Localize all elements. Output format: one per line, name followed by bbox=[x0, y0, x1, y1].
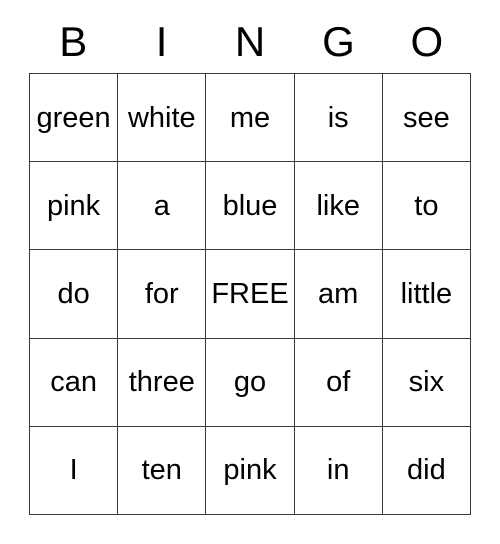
bingo-cell-label: go bbox=[233, 366, 267, 399]
bingo-cell[interactable]: for bbox=[118, 250, 207, 339]
bingo-cell[interactable]: in bbox=[294, 426, 383, 515]
header-letter-n: N bbox=[234, 18, 266, 65]
bingo-cell-label: green bbox=[36, 101, 111, 134]
bingo-cell-label: white bbox=[127, 101, 196, 134]
bingo-cell[interactable]: see bbox=[382, 74, 471, 163]
bingo-cell[interactable]: do bbox=[30, 250, 119, 339]
bingo-cell-label: did bbox=[407, 454, 446, 487]
bingo-cell-label: little bbox=[400, 277, 453, 310]
bingo-cell[interactable]: I bbox=[30, 426, 119, 515]
bingo-card: B I N G O green white me is see pink a b… bbox=[0, 0, 500, 544]
bingo-cell[interactable]: like bbox=[294, 162, 383, 251]
bingo-cell[interactable]: six bbox=[382, 338, 471, 427]
bingo-header-row: B I N G O bbox=[29, 18, 471, 73]
bingo-cell[interactable]: white bbox=[118, 74, 207, 163]
bingo-cell-free[interactable]: FREE bbox=[206, 250, 295, 339]
bingo-cell-label: in bbox=[326, 454, 350, 487]
bingo-cell[interactable]: me bbox=[206, 74, 295, 163]
bingo-cell-label: pink bbox=[223, 454, 277, 487]
bingo-cell-label: I bbox=[69, 454, 78, 487]
bingo-cell-label: three bbox=[128, 366, 195, 399]
bingo-cell[interactable]: can bbox=[30, 338, 119, 427]
bingo-cell-label: pink bbox=[46, 189, 101, 222]
bingo-cell[interactable]: pink bbox=[30, 162, 119, 251]
bingo-cell[interactable]: did bbox=[382, 426, 471, 515]
bingo-cell-label: me bbox=[229, 101, 271, 134]
bingo-cell[interactable]: three bbox=[118, 338, 207, 427]
bingo-cell-label: ten bbox=[141, 454, 182, 487]
header-letter-b: B bbox=[59, 18, 88, 65]
bingo-cell-label: see bbox=[403, 101, 450, 134]
bingo-cell-label: am bbox=[318, 277, 359, 310]
bingo-cell[interactable]: a bbox=[118, 162, 207, 251]
bingo-cell-label: can bbox=[50, 366, 97, 399]
header-letter-i: I bbox=[155, 18, 168, 65]
bingo-cell[interactable]: go bbox=[206, 338, 295, 427]
bingo-cell-label: of bbox=[326, 366, 351, 399]
bingo-cell[interactable]: blue bbox=[206, 162, 295, 251]
bingo-cell[interactable]: little bbox=[382, 250, 471, 339]
bingo-cell-label: FREE bbox=[211, 277, 289, 310]
bingo-grid: green white me is see pink a blue like t… bbox=[29, 73, 471, 515]
bingo-cell[interactable]: to bbox=[382, 162, 471, 251]
bingo-cell[interactable]: is bbox=[294, 74, 383, 163]
bingo-cell-label: is bbox=[327, 101, 349, 134]
bingo-cell[interactable]: green bbox=[30, 74, 119, 163]
bingo-cell-label: do bbox=[57, 277, 90, 310]
bingo-cell-label: for bbox=[144, 277, 179, 310]
bingo-cell-label: six bbox=[408, 366, 445, 399]
header-letter-g: G bbox=[322, 18, 355, 65]
bingo-cell[interactable]: pink bbox=[206, 426, 295, 515]
bingo-cell[interactable]: am bbox=[294, 250, 383, 339]
bingo-cell-label: like bbox=[316, 189, 360, 222]
header-letter-o: O bbox=[410, 18, 444, 65]
bingo-cell[interactable]: ten bbox=[118, 426, 207, 515]
bingo-cell-label: to bbox=[414, 189, 439, 222]
bingo-cell[interactable]: of bbox=[294, 338, 383, 427]
bingo-cell-label: a bbox=[153, 189, 170, 222]
bingo-cell-label: blue bbox=[222, 189, 278, 222]
